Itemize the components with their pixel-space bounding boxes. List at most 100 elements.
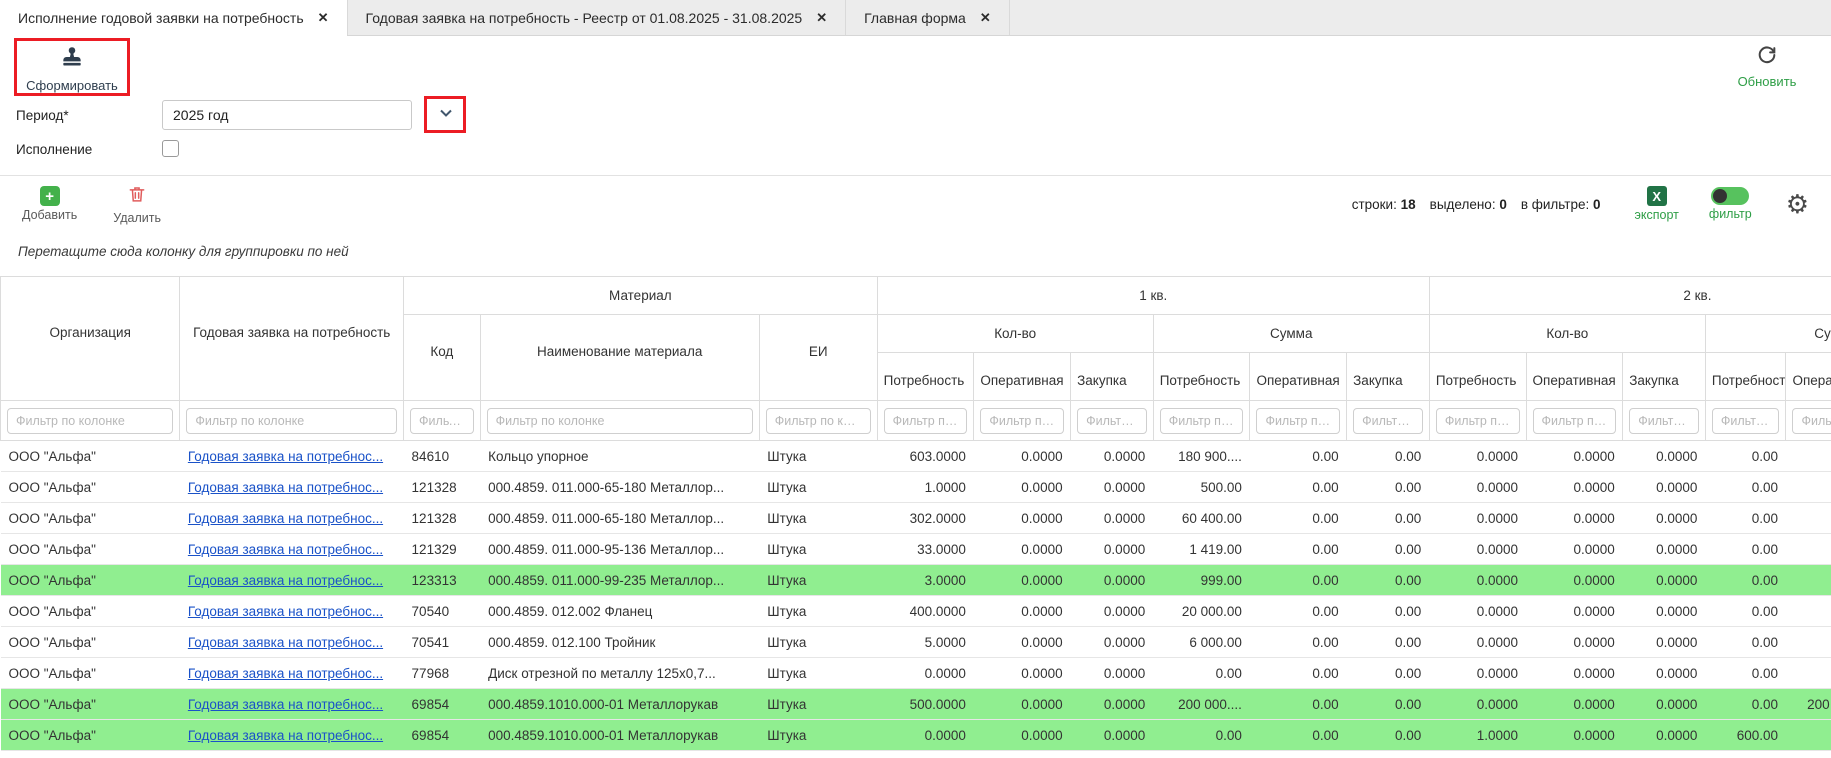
table-row[interactable]: ООО "Альфа"Годовая заявка на потребнос..…	[1, 472, 1831, 503]
tab-close-icon[interactable]: ✕	[980, 10, 991, 26]
col-header-need-q1-qty[interactable]: Потребность	[877, 353, 974, 401]
table-row[interactable]: ООО "Альфа"Годовая заявка на потребнос..…	[1, 658, 1831, 689]
group-header-sum-q2: Сумма	[1705, 315, 1831, 353]
column-filter-input[interactable]	[766, 408, 871, 434]
col-header-operative-q2-qty[interactable]: Оперативная	[1526, 353, 1623, 401]
trash-icon	[127, 184, 147, 209]
col-header-need-q2-qty[interactable]: Потребность	[1429, 353, 1526, 401]
group-by-hint: Перетащите сюда колонку для группировки …	[18, 244, 1831, 264]
tab-annual-request-registry[interactable]: Годовая заявка на потребность - Реестр о…	[348, 0, 847, 35]
group-header-quarter2: 2 кв.	[1429, 277, 1831, 315]
column-filter-input[interactable]	[1792, 408, 1831, 434]
execution-label: Исполнение	[16, 142, 92, 157]
table-row[interactable]: ООО "Альфа"Годовая заявка на потребнос..…	[1, 441, 1831, 472]
table-row[interactable]: ООО "Альфа"Годовая заявка на потребнос..…	[1, 503, 1831, 534]
filter-row	[1, 401, 1831, 441]
column-filter-input[interactable]	[1436, 408, 1520, 434]
table-row[interactable]: ООО "Альфа"Годовая заявка на потребнос..…	[1, 720, 1831, 751]
period-label: Период*	[16, 108, 69, 123]
column-filter-input[interactable]	[1256, 408, 1340, 434]
column-filter-input[interactable]	[1629, 408, 1699, 434]
annual-request-link[interactable]: Годовая заявка на потребнос...	[188, 728, 383, 743]
table-row[interactable]: ООО "Альфа"Годовая заявка на потребнос..…	[1, 689, 1831, 720]
group-header-sum-q1: Сумма	[1153, 315, 1429, 353]
add-button-label: Добавить	[22, 208, 77, 222]
group-header-qty-q1: Кол-во	[877, 315, 1153, 353]
period-dropdown-button[interactable]	[432, 103, 460, 127]
stamp-icon	[59, 57, 85, 74]
period-input[interactable]	[162, 100, 412, 130]
delete-button[interactable]: Удалить	[113, 184, 161, 225]
add-button[interactable]: + Добавить	[22, 186, 77, 222]
column-filter-input[interactable]	[1353, 408, 1423, 434]
tab-label: Исполнение годовой заявки на потребность	[18, 10, 304, 26]
column-filter-input[interactable]	[487, 408, 753, 434]
annual-request-link[interactable]: Годовая заявка на потребнос...	[188, 573, 383, 588]
col-header-need-q1-sum[interactable]: Потребность	[1153, 353, 1250, 401]
col-header-operative-q1-sum[interactable]: Оперативная	[1250, 353, 1347, 401]
col-header-purchase-q1-sum[interactable]: Закупка	[1347, 353, 1430, 401]
annual-request-link[interactable]: Годовая заявка на потребнос...	[188, 542, 383, 557]
filter-toggle[interactable]: фильтр	[1709, 187, 1752, 221]
data-grid: Организация Годовая заявка на потребност…	[0, 276, 1831, 751]
col-header-purchase-q1-qty[interactable]: Закупка	[1071, 353, 1154, 401]
tab-execution-annual-request[interactable]: Исполнение годовой заявки на потребность…	[0, 0, 348, 35]
rows-count: строки: 18	[1352, 197, 1416, 212]
generate-button-label: Сформировать	[22, 78, 122, 93]
annual-request-link[interactable]: Годовая заявка на потребнос...	[188, 511, 383, 526]
annual-request-link[interactable]: Годовая заявка на потребнос...	[188, 449, 383, 464]
tab-close-icon[interactable]: ✕	[318, 10, 329, 26]
column-filter-input[interactable]	[980, 408, 1064, 434]
annual-request-link[interactable]: Годовая заявка на потребнос...	[188, 666, 383, 681]
table-row[interactable]: ООО "Альфа"Годовая заявка на потребнос..…	[1, 534, 1831, 565]
delete-button-label: Удалить	[113, 211, 161, 225]
column-filter-input[interactable]	[1712, 408, 1780, 434]
col-header-operative-q2-sum[interactable]: Оперативная	[1786, 353, 1831, 401]
annual-request-link[interactable]: Годовая заявка на потребнос...	[188, 480, 383, 495]
column-filter-input[interactable]	[1160, 408, 1244, 434]
table-row[interactable]: ООО "Альфа"Годовая заявка на потребнос..…	[1, 565, 1831, 596]
column-filter-input[interactable]	[884, 408, 968, 434]
table-row[interactable]: ООО "Альфа"Годовая заявка на потребнос..…	[1, 627, 1831, 658]
form-panel: Сформировать Обновить Период* Исполнение	[0, 36, 1831, 176]
col-header-material-name[interactable]: Наименование материала	[480, 315, 759, 401]
table-row[interactable]: ООО "Альфа"Годовая заявка на потребнос..…	[1, 596, 1831, 627]
excel-icon: X	[1647, 186, 1667, 206]
col-header-operative-q1-qty[interactable]: Оперативная	[974, 353, 1071, 401]
selected-count: выделено: 0	[1430, 197, 1507, 212]
col-header-organization[interactable]: Организация	[1, 277, 180, 401]
filter-toggle-label: фильтр	[1709, 207, 1752, 221]
tab-close-icon[interactable]: ✕	[816, 10, 827, 26]
annual-request-link[interactable]: Годовая заявка на потребнос...	[188, 697, 383, 712]
generate-button[interactable]: Сформировать	[22, 44, 122, 93]
execution-checkbox[interactable]	[162, 140, 179, 157]
col-header-need-q2-sum[interactable]: Потребность	[1705, 353, 1786, 401]
grid-toolbar: + Добавить Удалить строки: 18 выделено: …	[0, 176, 1831, 232]
group-header-quarter1: 1 кв.	[877, 277, 1429, 315]
col-header-purchase-q2-qty[interactable]: Закупка	[1623, 353, 1706, 401]
annual-request-link[interactable]: Годовая заявка на потребнос...	[188, 635, 383, 650]
column-filter-input[interactable]	[1533, 408, 1617, 434]
column-filter-input[interactable]	[7, 408, 173, 434]
refresh-button[interactable]: Обновить	[1727, 44, 1807, 89]
gear-icon[interactable]: ⚙	[1786, 191, 1809, 217]
export-button[interactable]: X экспорт	[1635, 186, 1679, 222]
tab-main-form[interactable]: Главная форма ✕	[846, 0, 1010, 35]
tab-bar: Исполнение годовой заявки на потребность…	[0, 0, 1831, 36]
column-filter-input[interactable]	[186, 408, 397, 434]
col-header-unit[interactable]: ЕИ	[759, 315, 877, 401]
chevron-down-icon	[438, 105, 454, 126]
in-filter-count: в фильтре: 0	[1521, 197, 1601, 212]
export-button-label: экспорт	[1635, 208, 1679, 222]
col-header-annual-request[interactable]: Годовая заявка на потребность	[180, 277, 404, 401]
column-filter-input[interactable]	[410, 408, 474, 434]
plus-icon: +	[40, 186, 60, 206]
col-header-code[interactable]: Код	[404, 315, 481, 401]
column-filter-input[interactable]	[1077, 408, 1147, 434]
app-window: { "tabs": [ { "label": "Исполнение годов…	[0, 0, 1831, 758]
refresh-icon	[1756, 53, 1778, 70]
tab-label: Главная форма	[864, 10, 966, 26]
toggle-switch-icon[interactable]	[1711, 187, 1749, 205]
annual-request-link[interactable]: Годовая заявка на потребнос...	[188, 604, 383, 619]
group-header-material: Материал	[404, 277, 878, 315]
